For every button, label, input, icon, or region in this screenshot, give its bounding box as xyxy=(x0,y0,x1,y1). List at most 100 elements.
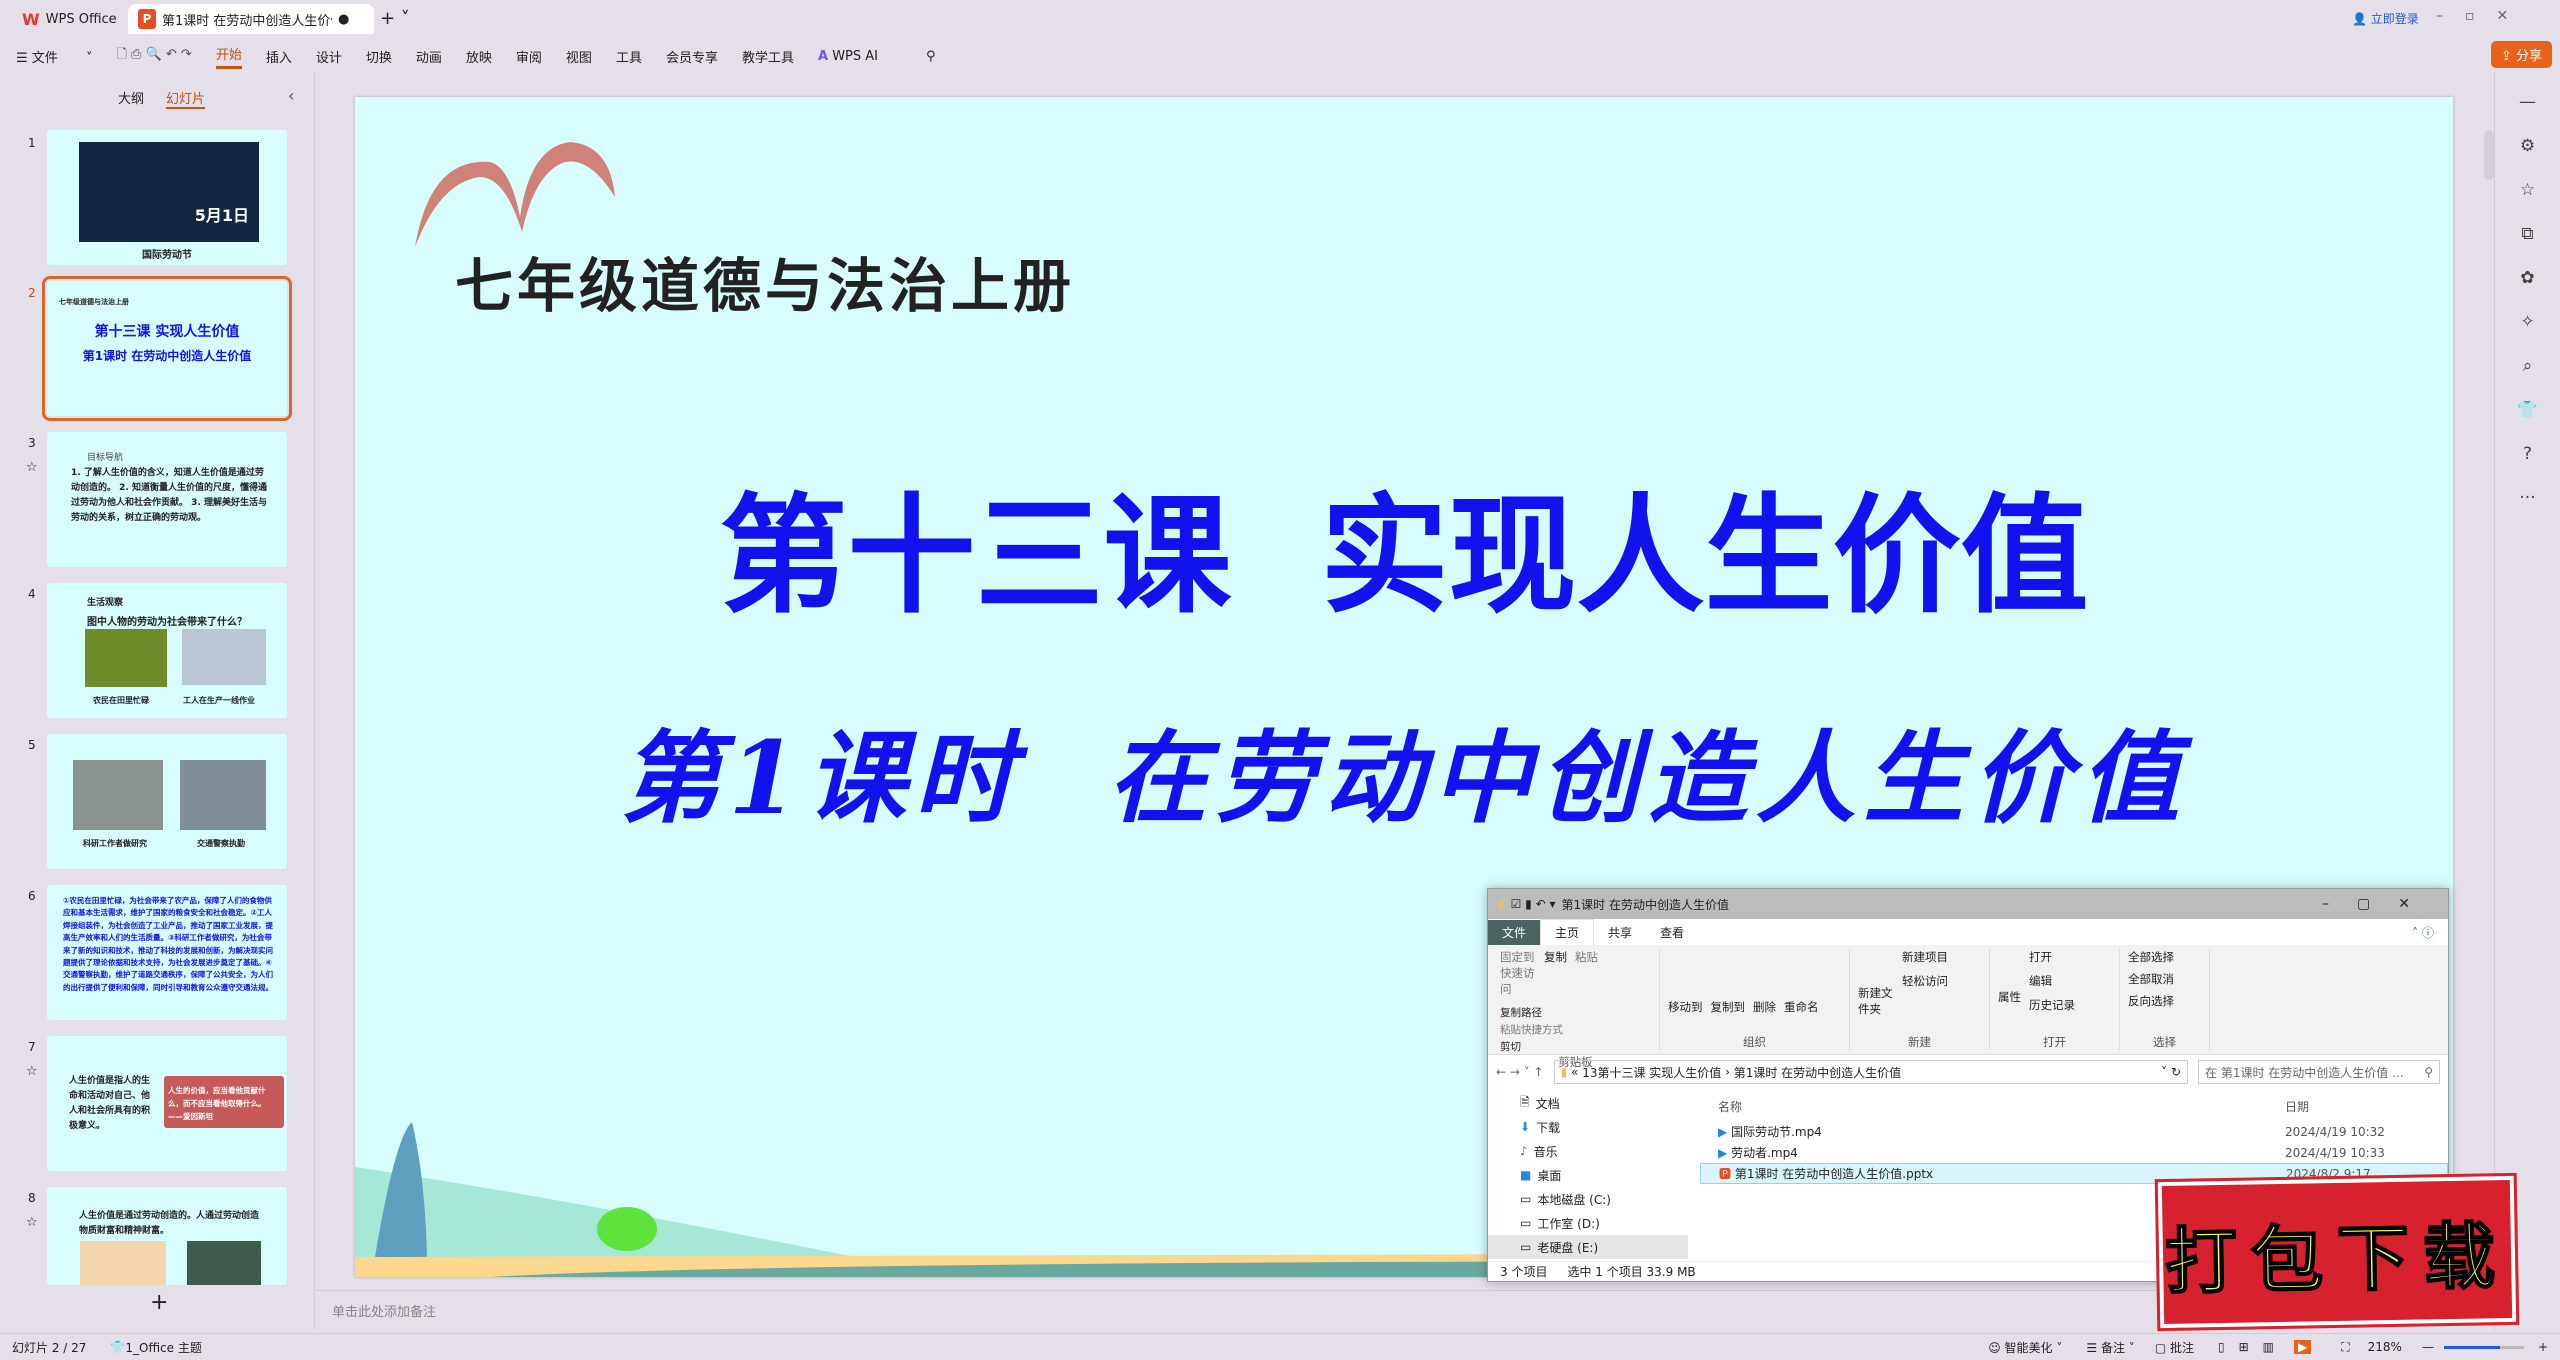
more-icon[interactable]: ··· xyxy=(2519,488,2535,508)
slide-thumb-1[interactable]: 5月1日 国际劳动节 xyxy=(47,130,287,265)
nav-buttons[interactable]: ← → ˅ ↑ xyxy=(1496,1065,1544,1079)
tab-home[interactable]: 主页 xyxy=(1540,919,1595,945)
select-none-button[interactable]: 全部取消 xyxy=(2128,971,2201,987)
share-button[interactable]: ⇪ 分享 xyxy=(2490,41,2552,68)
tab-slides[interactable]: 幻灯片 xyxy=(166,88,206,109)
doc-tab[interactable]: P 第1课时 在劳动中创造人生价值 ● xyxy=(128,4,374,34)
address-bar[interactable]: ▮ « 13第十三课 实现人生价值 › 第1课时 在劳动中创造人生价值 ˅ ↻ xyxy=(1553,1060,2188,1084)
new-item-button[interactable]: 新建项目 xyxy=(1902,949,1948,965)
menu-item-start[interactable]: 开始 xyxy=(215,44,242,69)
new-tab-button[interactable]: + ˅ xyxy=(380,8,410,29)
magic-icon[interactable]: ✧ xyxy=(2520,312,2534,332)
wps-ai-button[interactable]: A WPS AI xyxy=(818,49,902,64)
paste-shortcut-button[interactable]: 粘贴快捷方式 xyxy=(1500,1022,1563,1037)
view-buttons[interactable]: ▯⊞▥ xyxy=(2218,1340,2288,1354)
menu-item-transition[interactable]: 切换 xyxy=(366,47,392,66)
tab-share[interactable]: 共享 xyxy=(1594,920,1646,945)
copy-button[interactable]: 复制 xyxy=(1544,949,1567,997)
menu-item-design[interactable]: 设计 xyxy=(316,47,342,66)
rename-button[interactable]: 重命名 xyxy=(1784,999,1819,1015)
beautify-button[interactable]: ☺ 智能美化 ˅ xyxy=(1988,1339,2062,1356)
minimize-panel-icon[interactable]: — xyxy=(2519,92,2536,112)
menu-item-tools[interactable]: 工具 xyxy=(616,47,642,66)
add-slide-button[interactable]: + xyxy=(150,1290,168,1315)
select-all-button[interactable]: 全部选择 xyxy=(2128,949,2201,965)
menu-item-insert[interactable]: 插入 xyxy=(266,47,292,66)
theme-name[interactable]: 1_Office 主题 xyxy=(125,1339,201,1356)
file-menu[interactable]: ☰ 文件 ˅ xyxy=(16,47,92,66)
quick-access-icons[interactable]: ☑ ▮ ↶ ▾ xyxy=(1511,897,1556,911)
app-tab[interactable]: W WPS Office xyxy=(12,4,127,34)
path-segment[interactable]: 13第十三课 实现人生价值 xyxy=(1582,1064,1721,1081)
slide-thumb-3[interactable]: 目标导航 1. 了解人生价值的含义，知道人生价值是通过劳动创造的。 2. 知道衡… xyxy=(47,432,287,567)
tab-file[interactable]: 文件 xyxy=(1488,919,1541,945)
cut-button[interactable]: 剪切 xyxy=(1500,1039,1563,1054)
new-folder-button[interactable]: 新建文件夹 xyxy=(1858,949,1894,1017)
window-controls[interactable]: –▫✕ xyxy=(2436,8,2530,24)
file-row[interactable]: ▶ 国际劳动节.mp4 2024/4/19 10:32 xyxy=(1700,1121,2448,1142)
nav-drive-c[interactable]: ▭ 本地磁盘 (C:) xyxy=(1488,1187,1688,1211)
transition-icon[interactable]: ⧉ xyxy=(2521,224,2533,244)
close-tab-icon[interactable]: ● xyxy=(338,12,349,27)
comment-button[interactable]: ▢ 批注 xyxy=(2155,1339,2194,1356)
path-segment[interactable]: 第1课时 在劳动中创造人生价值 xyxy=(1734,1064,1901,1081)
edit-button[interactable]: 编辑 xyxy=(2029,973,2075,989)
nav-documents[interactable]: 🗎 文档 xyxy=(1488,1091,1688,1115)
nav-drive-d[interactable]: ▭ 工作室 (D:) xyxy=(1488,1211,1688,1235)
open-button[interactable]: 打开 xyxy=(2029,949,2075,965)
read-icon[interactable]: ⌕ xyxy=(2523,356,2533,376)
properties-icon[interactable]: ⚙ xyxy=(2520,136,2535,156)
paste-button[interactable]: 粘贴 xyxy=(1575,949,1598,997)
search-icon[interactable]: ⚲ xyxy=(926,49,936,64)
help-icon[interactable]: ? xyxy=(2523,444,2532,464)
nav-music[interactable]: ♪ 音乐 xyxy=(1488,1139,1688,1163)
easy-access-button[interactable]: 轻松访问 xyxy=(1902,973,1948,989)
slide-scrollbar[interactable] xyxy=(2484,130,2494,180)
nav-drive-e[interactable]: ▭ 老硬盘 (E:) xyxy=(1488,1235,1688,1259)
slide-thumb-8[interactable]: 人生价值是通过劳动创造的。人通过劳动创造物质财富和精神财富。 xyxy=(47,1187,287,1285)
notes-button[interactable]: ☰ 备注 ˅ xyxy=(2086,1339,2134,1356)
collapse-panel-icon[interactable]: ‹ xyxy=(288,86,294,105)
nav-desktop[interactable]: ■ 桌面 xyxy=(1488,1163,1688,1187)
tab-view[interactable]: 查看 xyxy=(1646,920,1698,945)
slide-thumb-7[interactable]: 人生价值是指人的生命和活动对自己、他人和社会所具有的积极意义。 人生的价值，应当… xyxy=(47,1036,287,1171)
explorer-search[interactable]: 在 第1课时 在劳动中创造人生价值 ... ⚲ xyxy=(2198,1060,2440,1084)
menu-item-vip[interactable]: 会员专享 xyxy=(666,47,718,66)
download-stamp-button[interactable]: 打包下载 xyxy=(2154,1172,2520,1332)
invert-selection-button[interactable]: 反向选择 xyxy=(2128,993,2201,1009)
column-date[interactable]: 日期 xyxy=(2285,1098,2309,1115)
copy-to-button[interactable]: 复制到 xyxy=(1711,999,1746,1015)
slide-thumb-6[interactable]: ①农民在田里忙碌，为社会带来了农产品，保障了人们的食物供应和基本生活需求，维护了… xyxy=(47,885,287,1020)
animation-icon[interactable]: ☆ xyxy=(2520,180,2535,200)
login-button[interactable]: 👤 立即登录 xyxy=(2352,10,2419,27)
history-button[interactable]: 历史记录 xyxy=(2029,997,2075,1013)
tab-outline[interactable]: 大纲 xyxy=(118,88,144,109)
move-to-button[interactable]: 移动到 xyxy=(1668,999,1703,1015)
zoom-in-button[interactable]: + xyxy=(2538,1340,2548,1354)
explorer-window-controls[interactable]: –▢✕ xyxy=(2322,896,2438,912)
help-icon[interactable]: ˄ ⓘ xyxy=(2398,920,2448,945)
zoom-level[interactable]: 218% xyxy=(2368,1340,2402,1354)
menu-item-teaching[interactable]: 教学工具 xyxy=(742,47,794,66)
slide-thumb-5[interactable]: 科研工作者做研究 交通警察执勤 xyxy=(47,734,287,869)
menu-item-view[interactable]: 视图 xyxy=(566,47,592,66)
pin-quick-access-button[interactable]: 固定到快速访问 xyxy=(1500,949,1536,997)
play-button[interactable]: ▶ xyxy=(2293,1340,2312,1354)
properties-button[interactable]: 属性 xyxy=(1998,949,2021,1013)
menu-item-animation[interactable]: 动画 xyxy=(416,47,442,66)
design-icon[interactable]: ✿ xyxy=(2520,268,2534,288)
theme-icon[interactable]: 👕 xyxy=(2517,400,2538,420)
copy-path-button[interactable]: 复制路径 xyxy=(1500,1005,1563,1020)
fit-icon[interactable]: ⛶ xyxy=(2341,1340,2349,1355)
menu-item-slideshow[interactable]: 放映 xyxy=(466,47,492,66)
file-row[interactable]: ▶ 劳动者.mp4 2024/4/19 10:33 xyxy=(1700,1142,2448,1163)
delete-button[interactable]: 删除 xyxy=(1753,999,1776,1015)
quick-tools[interactable]: 🗋 ⎙ 🔍 ↶ ↷ xyxy=(116,45,191,67)
zoom-out-button[interactable]: — xyxy=(2422,1340,2434,1354)
column-name[interactable]: 名称 xyxy=(1718,1098,1742,1115)
menu-item-review[interactable]: 审阅 xyxy=(516,47,542,66)
slide-thumb-4[interactable]: 生活观察 图中人物的劳动为社会带来了什么？ 农民在田里忙碌 工人在生产一线作业 xyxy=(47,583,287,718)
zoom-slider[interactable] xyxy=(2443,1345,2524,1349)
nav-downloads[interactable]: ⬇ 下载 xyxy=(1488,1115,1688,1139)
slide-thumb-2[interactable]: 七年级道德与法治上册 第十三课 实现人生价值 第1课时 在劳动中创造人生价值 xyxy=(42,276,292,421)
